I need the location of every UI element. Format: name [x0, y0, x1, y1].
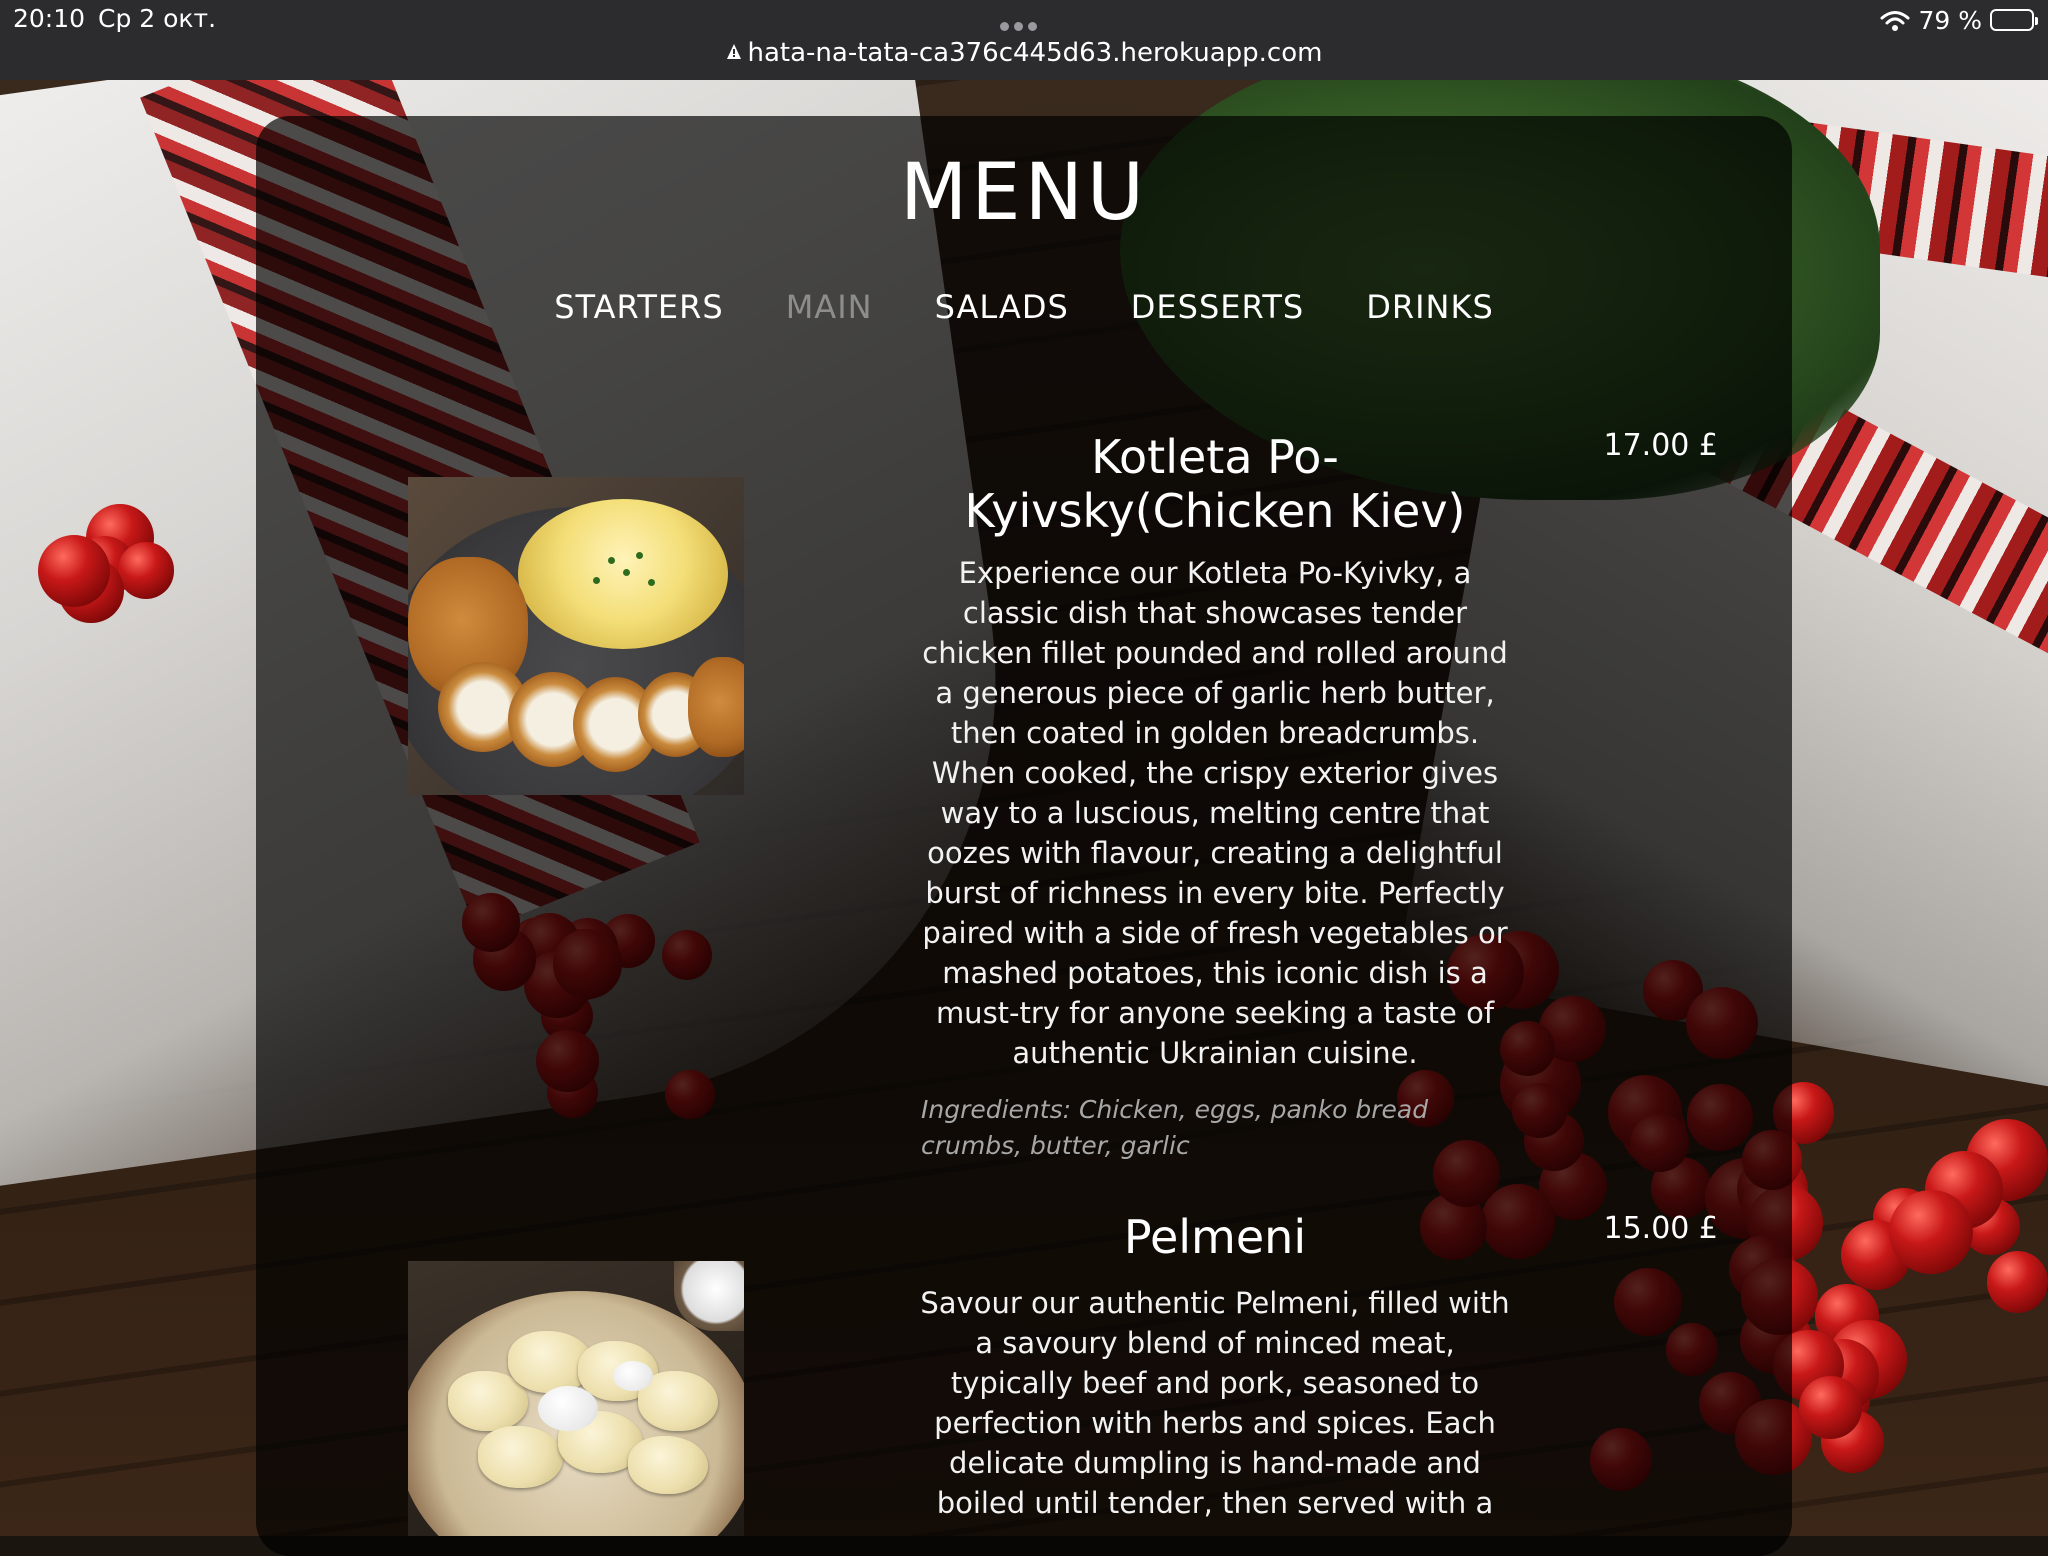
herb [636, 552, 643, 559]
tab-drinks[interactable]: DRINKS [1366, 288, 1494, 326]
ingredients-line: Ingredients: Chicken, eggs, panko bread [921, 1095, 1429, 1124]
berry [1889, 1189, 1973, 1274]
description-line: Experience our Kotleta Po-Kyivky, a [958, 556, 1472, 590]
dish-image-chicken-kiev [408, 477, 744, 795]
status-time: 20:10 [13, 4, 86, 33]
wifi-icon [1880, 9, 1910, 31]
dumpling [478, 1426, 563, 1488]
food-photo-chicken-kiev [408, 477, 744, 795]
dish-ingredients-chicken-kiev: Ingredients: Chicken, eggs, panko bread … [921, 1092, 1441, 1164]
description-line: perfection with herbs and spices. Each [934, 1406, 1496, 1440]
url-text: hata-na-tata-ca376c445d63.herokuapp.com [747, 38, 1323, 68]
description-line: When cooked, the crispy exterior gives [931, 756, 1499, 790]
description-line: a savoury blend of minced meat, [975, 1326, 1455, 1360]
description-line: delicate dumpling is hand-made and [949, 1446, 1481, 1480]
description-line: oozes with flavour, creating a delightfu… [927, 836, 1503, 870]
dish-image-pelmeni [408, 1261, 744, 1536]
description-line: typically beef and pork, seasoned to [950, 1366, 1480, 1400]
dish-price-chicken-kiev: 17.00 £ [1603, 428, 1718, 463]
herb [623, 569, 630, 576]
description-line: a generous piece of garlic herb butter, [935, 676, 1495, 710]
dish-description-pelmeni: Savour our authentic Pelmeni, filled wit… [900, 1283, 1530, 1523]
dish-description-chicken-kiev: Experience our Kotleta Po-Kyivky, a clas… [900, 553, 1530, 1073]
battery-percent: 79 % [1918, 5, 1982, 35]
page-title: MENU [899, 148, 1149, 238]
dish-price-pelmeni: 15.00 £ [1603, 1211, 1718, 1246]
food-photo-pelmeni [408, 1261, 744, 1536]
description-line: way to a luscious, melting centre that [940, 796, 1490, 830]
description-line: authentic Ukrainian cuisine. [1012, 1036, 1418, 1070]
battery-icon [1990, 9, 2038, 31]
tab-desserts[interactable]: DESSERTS [1131, 288, 1304, 326]
address-bar[interactable]: hata-na-tata-ca376c445d63.herokuapp.com [0, 38, 2048, 68]
dish-title-pelmeni: Pelmeni [1123, 1210, 1307, 1264]
dish-title-line: Kyivsky(Chicken Kiev) [964, 484, 1466, 538]
status-indicators: 79 % [1880, 4, 2038, 36]
description-line: paired with a side of fresh vegetables o… [922, 916, 1508, 950]
herb [593, 577, 600, 584]
description-line: then coated in golden breadcrumbs. [950, 716, 1480, 750]
lock-icon [726, 38, 742, 68]
dumpling [628, 1436, 708, 1494]
herb [608, 557, 615, 564]
description-line: boiled until tender, then served with a [936, 1486, 1494, 1520]
herb [648, 579, 655, 586]
berry [1799, 1376, 1862, 1439]
dish-title-line: Kotleta Po- [1091, 430, 1339, 484]
berry [117, 542, 175, 599]
description-line: chicken fillet pounded and rolled around [922, 636, 1508, 670]
ingredients-line: crumbs, butter, garlic [921, 1131, 1190, 1160]
description-line: burst of richness in every bite. Perfect… [925, 876, 1505, 910]
status-date: Ср 2 окт. [98, 4, 217, 33]
description-line: mashed potatoes, this iconic dish is a [942, 956, 1488, 990]
description-line: must-try for anyone seeking a taste of [935, 996, 1495, 1030]
description-line: Savour our authentic Pelmeni, filled wit… [920, 1286, 1510, 1320]
berry [37, 534, 110, 608]
more-dots-icon[interactable] [1000, 18, 1048, 31]
sour-cream [613, 1361, 653, 1391]
cutlet-end [688, 657, 744, 757]
description-line: classic dish that showcases tender [962, 596, 1468, 630]
category-tabs: STARTERS MAIN SALADS DESSERTS DRINKS [0, 288, 2048, 326]
tab-starters[interactable]: STARTERS [554, 288, 723, 326]
sour-cream [538, 1386, 598, 1431]
browser-top-bar: 20:10 Ср 2 окт. hata-na-tata-ca376c445d6… [0, 0, 2048, 81]
tab-salads[interactable]: SALADS [935, 288, 1069, 326]
dish-title-chicken-kiev: Kotleta Po- Kyivsky(Chicken Kiev) [900, 430, 1530, 538]
tab-main[interactable]: MAIN [786, 288, 873, 326]
berry [1986, 1251, 2048, 1313]
